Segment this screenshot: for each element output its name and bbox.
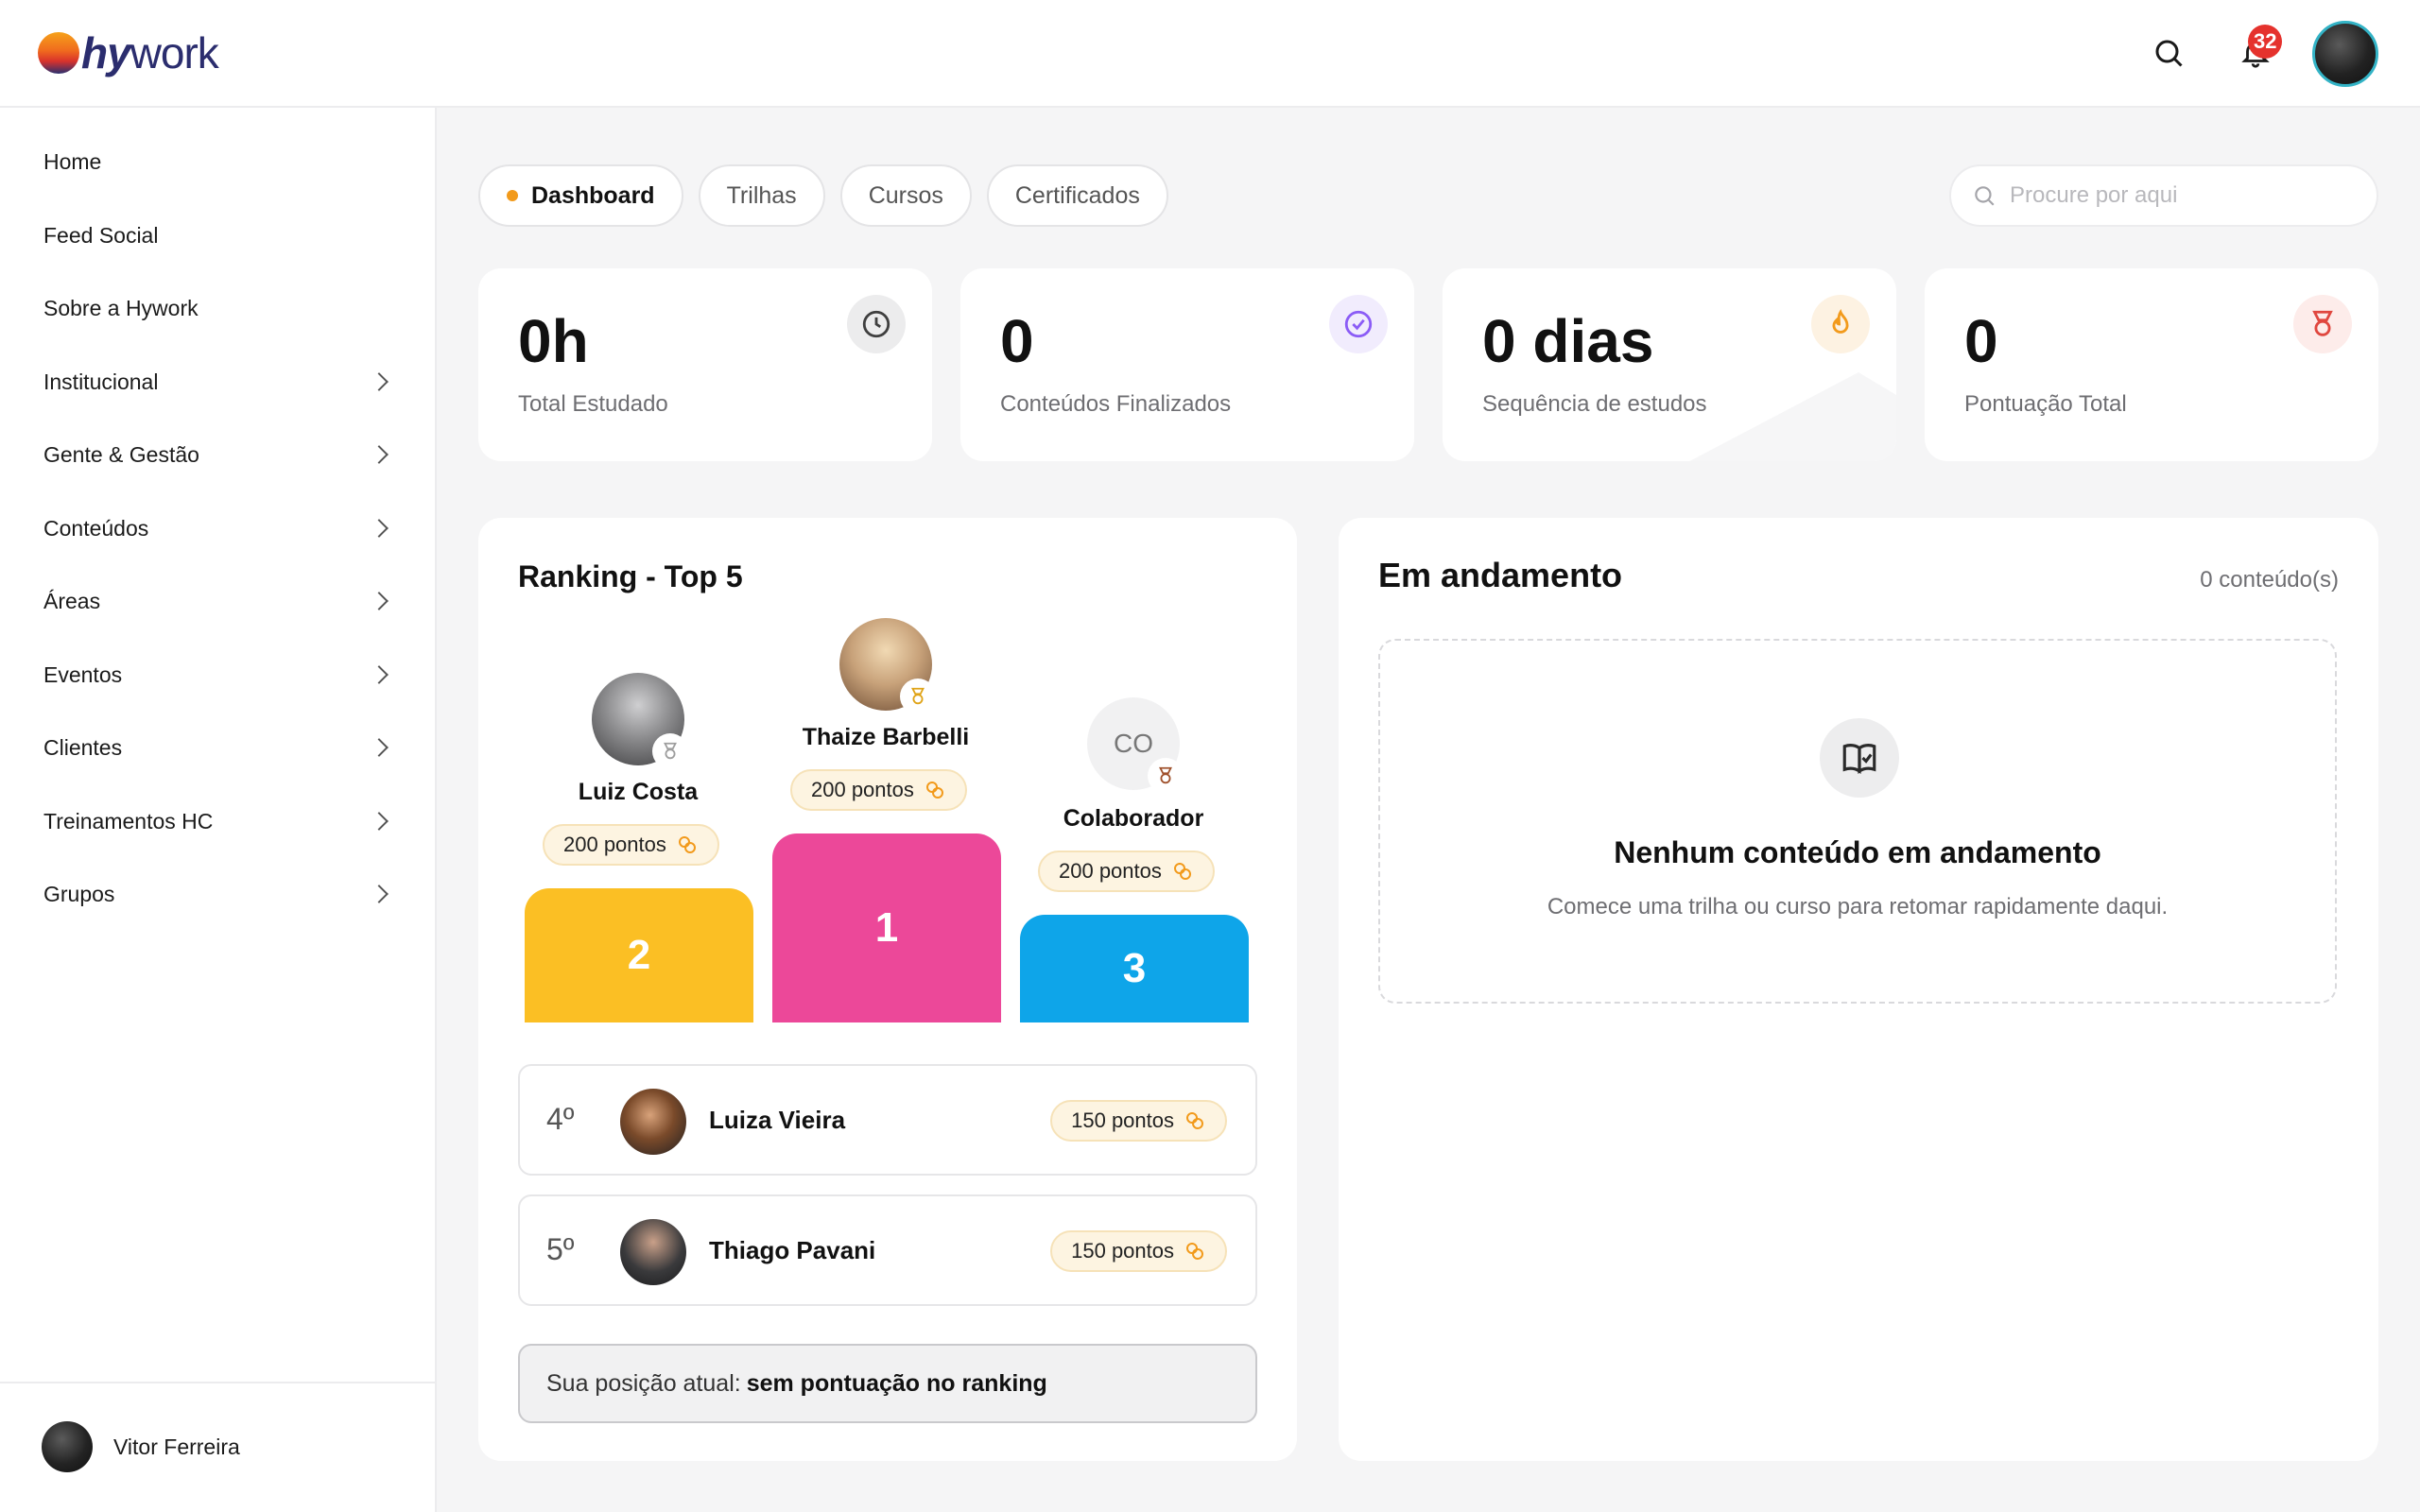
sidebar-divider: [0, 1382, 437, 1383]
avatar: [620, 1089, 686, 1155]
rank-position: 5º: [546, 1232, 575, 1266]
ranking-row[interactable]: 5º Thiago Pavani 150 pontos: [518, 1194, 1257, 1306]
stat-value: 0: [1000, 307, 1034, 375]
decorative-shape: [1689, 372, 1896, 461]
sidebar-item-institucional[interactable]: Institucional: [43, 358, 393, 405]
user-name: Vitor Ferreira: [113, 1434, 240, 1459]
stat-label: Total Estudado: [518, 391, 668, 417]
search-icon: [1975, 186, 1995, 206]
hywork-logo[interactable]: hywork: [38, 28, 219, 77]
podium-name-1: Thaize Barbelli: [802, 724, 970, 750]
stat-label: Pontuação Total: [1964, 391, 2127, 417]
chevron-right-icon: [370, 738, 389, 757]
search-box: [1949, 164, 2378, 227]
rank-name: Luiza Vieira: [709, 1106, 846, 1134]
clock-icon: [847, 295, 906, 353]
podium-avatar-2: [592, 673, 688, 769]
podium-avatar-1: [839, 618, 936, 714]
search-icon[interactable]: [2146, 30, 2191, 76]
tab-trilhas[interactable]: Trilhas: [698, 164, 825, 227]
podium-avatar-3: CO: [1087, 697, 1184, 794]
points-badge: 200 pontos: [543, 824, 719, 866]
chevron-right-icon: [370, 372, 389, 391]
sidebar-item-gente-gestao[interactable]: Gente & Gestão: [43, 431, 393, 478]
tab-certificados[interactable]: Certificados: [986, 164, 1168, 227]
sidebar: Home Feed Social Sobre a Hywork Instituc…: [0, 108, 437, 1512]
stat-label: Sequência de estudos: [1482, 391, 1707, 417]
search-input[interactable]: [2010, 182, 2350, 209]
sidebar-item-feed-social[interactable]: Feed Social: [43, 212, 393, 259]
profile-avatar[interactable]: [2312, 21, 2378, 87]
medal-icon: [900, 679, 936, 714]
podium-name-2: Luiz Costa: [578, 779, 699, 805]
stat-value: 0 dias: [1482, 307, 1654, 375]
user-avatar: [42, 1421, 93, 1472]
my-ranking-position: Sua posição atual: sem pontuação no ranki…: [518, 1344, 1257, 1423]
medal-icon: [652, 733, 688, 769]
active-dot: [507, 190, 518, 201]
sidebar-item-clientes[interactable]: Clientes: [43, 724, 393, 771]
ranking-row[interactable]: 4º Luiza Vieira 150 pontos: [518, 1064, 1257, 1176]
sidebar-item-sobre-hywork[interactable]: Sobre a Hywork: [43, 284, 393, 332]
in-progress-count: 0 conteúdo(s): [2200, 567, 2339, 593]
coins-icon: [1173, 863, 1191, 880]
sidebar-user[interactable]: Vitor Ferreira: [42, 1421, 240, 1472]
flame-icon: [1811, 295, 1870, 353]
logo-text: hywork: [81, 28, 219, 77]
empty-description: Comece uma trilha ou curso para retomar …: [1547, 894, 2169, 919]
sidebar-item-conteudos[interactable]: Conteúdos: [43, 505, 393, 552]
check-circle-icon: [1329, 295, 1388, 353]
rank-position: 4º: [546, 1102, 575, 1136]
coins-icon: [1186, 1243, 1203, 1260]
sidebar-item-areas[interactable]: Áreas: [43, 577, 393, 625]
in-progress-title: Em andamento: [1378, 556, 1623, 594]
stat-card-conteudos-finalizados: 0 Conteúdos Finalizados: [960, 268, 1414, 461]
ranking-title: Ranking - Top 5: [518, 559, 743, 593]
chevron-right-icon: [370, 665, 389, 684]
logo-sun-icon: [38, 32, 79, 74]
tab-dashboard[interactable]: Dashboard: [478, 164, 683, 227]
avatar: [620, 1219, 686, 1285]
sidebar-item-home[interactable]: Home: [43, 138, 393, 185]
stat-card-sequencia: 0 dias Sequência de estudos: [1443, 268, 1896, 461]
rank-name: Thiago Pavani: [709, 1236, 876, 1264]
stat-label: Conteúdos Finalizados: [1000, 391, 1232, 417]
sidebar-item-treinamentos-hc[interactable]: Treinamentos HC: [43, 798, 393, 845]
book-check-icon: [1820, 718, 1899, 798]
sidebar-item-grupos[interactable]: Grupos: [43, 870, 393, 918]
stat-card-total-estudado: 0h Total Estudado: [478, 268, 932, 461]
coins-icon: [925, 782, 943, 799]
coins-icon: [1186, 1112, 1203, 1129]
stat-card-pontuacao: 0 Pontuação Total: [1925, 268, 2378, 461]
medal-icon: [2293, 295, 2352, 353]
chevron-right-icon: [370, 445, 389, 464]
chevron-right-icon: [370, 592, 389, 610]
in-progress-panel: Em andamento 0 conteúdo(s) Nenhum conteú…: [1339, 518, 2378, 1461]
top-bar: hywork 32: [0, 0, 2420, 108]
coins-icon: [678, 836, 696, 853]
sidebar-item-eventos[interactable]: Eventos: [43, 651, 393, 698]
points-badge: 200 pontos: [1038, 850, 1215, 892]
podium-block-2: 2: [525, 888, 753, 1022]
podium-block-3: 3: [1020, 915, 1249, 1022]
points-badge: 150 pontos: [1050, 1100, 1227, 1142]
stat-value: 0: [1964, 307, 1998, 375]
chevron-right-icon: [370, 885, 389, 903]
podium-block-1: 1: [772, 833, 1001, 1022]
chevron-right-icon: [370, 812, 389, 831]
empty-state: Nenhum conteúdo em andamento Comece uma …: [1378, 639, 2337, 1004]
tab-cursos[interactable]: Cursos: [839, 164, 972, 227]
stat-value: 0h: [518, 307, 589, 375]
ranking-panel: Ranking - Top 5 Luiz Costa 200 pontos 2 …: [478, 518, 1297, 1461]
podium-name-3: Colaborador: [1063, 805, 1204, 832]
empty-title: Nenhum conteúdo em andamento: [1614, 835, 2101, 869]
medal-icon: [1148, 758, 1184, 794]
chevron-right-icon: [370, 519, 389, 538]
tab-bar: Dashboard Trilhas Cursos Certificados: [478, 164, 1168, 227]
points-badge: 200 pontos: [790, 769, 967, 811]
points-badge: 150 pontos: [1050, 1230, 1227, 1272]
